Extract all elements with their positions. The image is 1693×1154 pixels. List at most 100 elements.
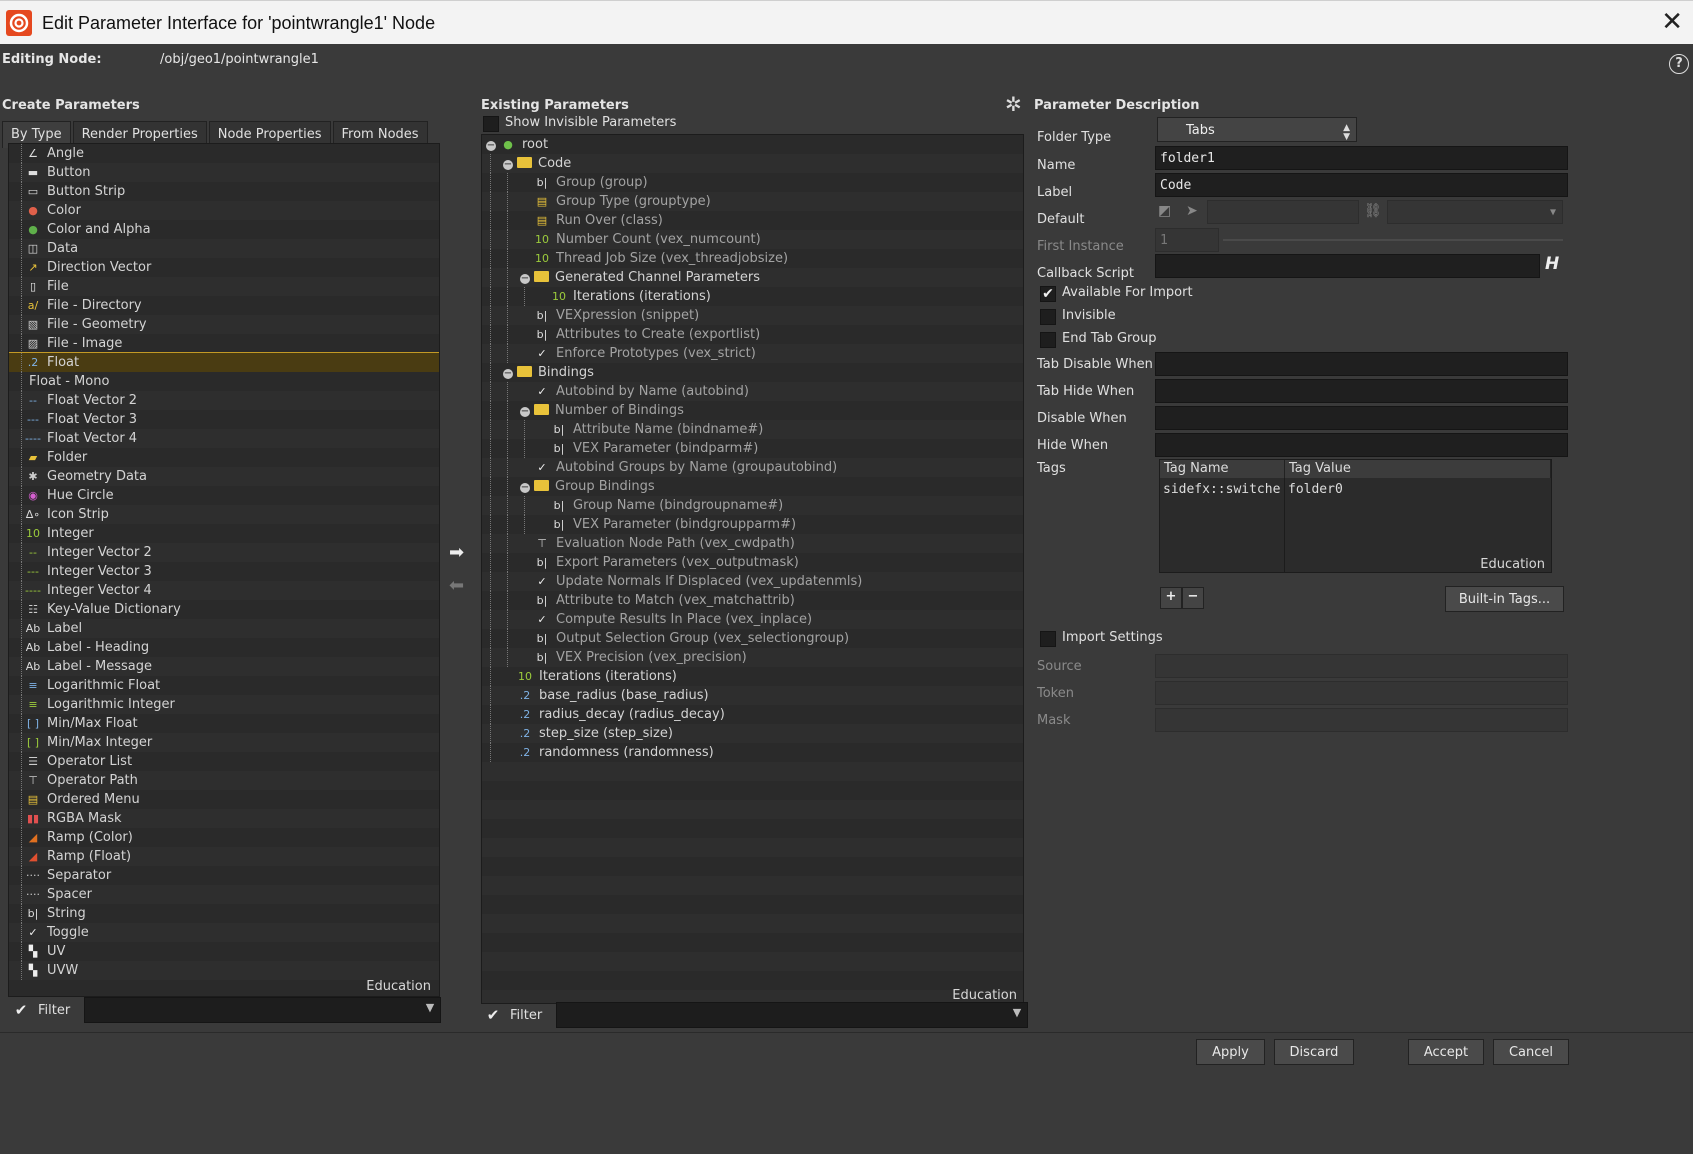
parameter-tree-row[interactable]: ✓ Enforce Prototypes (vex_strict): [482, 344, 1023, 363]
tag-value-header[interactable]: Tag Value: [1285, 460, 1551, 478]
create-list-item[interactable]: ▧ File - Geometry: [9, 315, 439, 334]
parameter-tree-row[interactable]: 10 Iterations (iterations): [482, 667, 1023, 686]
collapse-icon[interactable]: −: [503, 160, 513, 170]
parameter-tree-row[interactable]: b| Group Name (bindgroupname#): [482, 496, 1023, 515]
parameter-tree-row[interactable]: b| Attributes to Create (exportlist): [482, 325, 1023, 344]
import-settings-checkbox[interactable]: [1040, 631, 1056, 647]
create-list-item[interactable]: Float - Mono: [9, 372, 439, 391]
create-list-item[interactable]: ☰ Operator List: [9, 752, 439, 771]
builtin-tags-button[interactable]: Built-in Tags...: [1445, 586, 1564, 612]
create-list-item[interactable]: a/File - Directory: [9, 296, 439, 315]
tag-name-header[interactable]: Tag Name: [1160, 460, 1285, 478]
parameter-tree-row[interactable]: .2 step_size (step_size): [482, 724, 1023, 743]
parameter-tree-row[interactable]: b| VEXpression (snippet): [482, 306, 1023, 325]
tab-disable-when-field[interactable]: [1155, 352, 1568, 376]
parameter-tree-row[interactable]: − Code: [482, 154, 1023, 173]
create-list-item[interactable]: ↗ Direction Vector: [9, 258, 439, 277]
create-list-item[interactable]: ▭ Button Strip: [9, 182, 439, 201]
create-list-item[interactable]: Ab Label - Heading: [9, 638, 439, 657]
collapse-icon[interactable]: −: [520, 407, 530, 417]
tag-name-cell[interactable]: sidefx::switche: [1163, 482, 1280, 497]
create-list-item[interactable]: ◢ Ramp (Float): [9, 847, 439, 866]
remove-tag-button[interactable]: −: [1182, 587, 1204, 609]
accept-button[interactable]: Accept: [1408, 1039, 1484, 1065]
create-list-item[interactable]: ▯ File: [9, 277, 439, 296]
create-list-item[interactable]: ···· Spacer: [9, 885, 439, 904]
create-list-item[interactable]: ---- Float Vector 4: [9, 429, 439, 448]
create-list-item[interactable]: Ab Label: [9, 619, 439, 638]
gear-icon[interactable]: ✲: [1005, 92, 1022, 116]
parameter-tree-row[interactable]: 10 Iterations (iterations): [482, 287, 1023, 306]
parameter-tree-row[interactable]: − Bindings: [482, 363, 1023, 382]
create-list-item[interactable]: ≡ Logarithmic Float: [9, 676, 439, 695]
token-field[interactable]: [1155, 681, 1568, 705]
collapse-icon[interactable]: −: [486, 141, 496, 151]
parameter-tree-row[interactable]: b| VEX Precision (vex_precision): [482, 648, 1023, 667]
label-field[interactable]: Code: [1155, 173, 1568, 197]
create-list-item[interactable]: ▬ Button: [9, 163, 439, 182]
create-list-item[interactable]: ≡ Logarithmic Integer: [9, 695, 439, 714]
parameter-tree-row[interactable]: ⊤ Evaluation Node Path (vex_cwdpath): [482, 534, 1023, 553]
create-list-item[interactable]: ▰ Folder: [9, 448, 439, 467]
create-list-item[interactable]: --- Integer Vector 3: [9, 562, 439, 581]
parameter-tree-row[interactable]: b| VEX Parameter (bindparm#): [482, 439, 1023, 458]
add-parameter-arrow-icon[interactable]: ➡: [449, 542, 464, 563]
hide-when-field[interactable]: [1155, 433, 1568, 457]
create-list-item[interactable]: ∆∘ Icon Strip: [9, 505, 439, 524]
parameter-tree-row[interactable]: ▤ Group Type (grouptype): [482, 192, 1023, 211]
parameter-tree-row[interactable]: ✓ Autobind Groups by Name (groupautobind): [482, 458, 1023, 477]
create-list-item[interactable]: ◉ Hue Circle: [9, 486, 439, 505]
parameter-tree-row[interactable]: b| Output Selection Group (vex_selectiong…: [482, 629, 1023, 648]
parameter-tree-row[interactable]: .2 randomness (randomness): [482, 743, 1023, 762]
mask-field[interactable]: [1155, 708, 1568, 732]
add-tag-button[interactable]: +: [1160, 587, 1182, 609]
create-list-item[interactable]: ···· Separator: [9, 866, 439, 885]
discard-button[interactable]: Discard: [1274, 1039, 1354, 1065]
parameter-tree-row[interactable]: b| Export Parameters (vex_outputmask): [482, 553, 1023, 572]
create-list-item[interactable]: ● Color: [9, 201, 439, 220]
apply-button[interactable]: Apply: [1196, 1039, 1265, 1065]
parameter-tree-row[interactable]: b| Attribute to Match (vex_matchattrib): [482, 591, 1023, 610]
create-list-item[interactable]: ▚ UV: [9, 942, 439, 961]
filter-toggle-icon[interactable]: ✔: [484, 1006, 502, 1024]
create-list-item[interactable]: ▨ File - Image: [9, 334, 439, 353]
create-list-item[interactable]: ✱ Geometry Data: [9, 467, 439, 486]
callback-script-field[interactable]: [1155, 254, 1540, 278]
name-field[interactable]: folder1: [1155, 146, 1568, 170]
parameter-tree-row[interactable]: − Group Bindings: [482, 477, 1023, 496]
create-list-item[interactable]: ◢ Ramp (Color): [9, 828, 439, 847]
remove-parameter-arrow-icon[interactable]: ⬅: [449, 575, 464, 596]
create-list-item[interactable]: ● Color and Alpha: [9, 220, 439, 239]
create-list-item[interactable]: ▚ UVW: [9, 961, 439, 980]
end-tab-group-checkbox[interactable]: [1040, 332, 1056, 348]
parameter-tree-row[interactable]: − Number of Bindings: [482, 401, 1023, 420]
collapse-icon[interactable]: −: [503, 369, 513, 379]
parameter-tree-row[interactable]: − Generated Channel Parameters: [482, 268, 1023, 287]
create-list-item[interactable]: Ab Label - Message: [9, 657, 439, 676]
parameter-tree-row[interactable]: ✓ Compute Results In Place (vex_inplace): [482, 610, 1023, 629]
available-for-import-checkbox[interactable]: ✔: [1040, 286, 1056, 302]
parameter-tree-row[interactable]: 10 Number Count (vex_numcount): [482, 230, 1023, 249]
existing-filter-input[interactable]: ▼: [556, 1002, 1029, 1028]
create-list-item[interactable]: ∠ Angle: [9, 144, 439, 163]
tags-table[interactable]: Tag Name Tag Value sidefx::switche folde…: [1159, 459, 1552, 573]
create-list-item[interactable]: ---- Integer Vector 4: [9, 581, 439, 600]
parameter-tree-row[interactable]: .2 radius_decay (radius_decay): [482, 705, 1023, 724]
parameter-tree-row[interactable]: b| Group (group): [482, 173, 1023, 192]
folder-type-select[interactable]: Tabs ▲ ▼: [1157, 117, 1357, 142]
invisible-checkbox[interactable]: [1040, 309, 1056, 325]
create-list-item[interactable]: b| String: [9, 904, 439, 923]
disable-when-field[interactable]: [1155, 406, 1568, 430]
parameter-tree-row[interactable]: b| VEX Parameter (bindgroupparm#): [482, 515, 1023, 534]
chevron-down-icon[interactable]: ▼: [1013, 1006, 1021, 1019]
create-list-item[interactable]: .2 Float: [9, 352, 439, 373]
show-invisible-checkbox[interactable]: [483, 116, 499, 132]
help-icon[interactable]: ?: [1669, 54, 1689, 74]
create-filter-input[interactable]: ▼: [84, 997, 442, 1023]
existing-parameter-tree[interactable]: − ● root − Code b| Group (group) ▤ Group Type (g…: [481, 134, 1024, 1004]
create-list-item[interactable]: [ ] Min/Max Integer: [9, 733, 439, 752]
create-list-item[interactable]: ⊤ Operator Path: [9, 771, 439, 790]
create-list-item[interactable]: ◫ Data: [9, 239, 439, 258]
parameter-tree-row[interactable]: .2 base_radius (base_radius): [482, 686, 1023, 705]
first-instance-slider[interactable]: [1223, 239, 1563, 241]
